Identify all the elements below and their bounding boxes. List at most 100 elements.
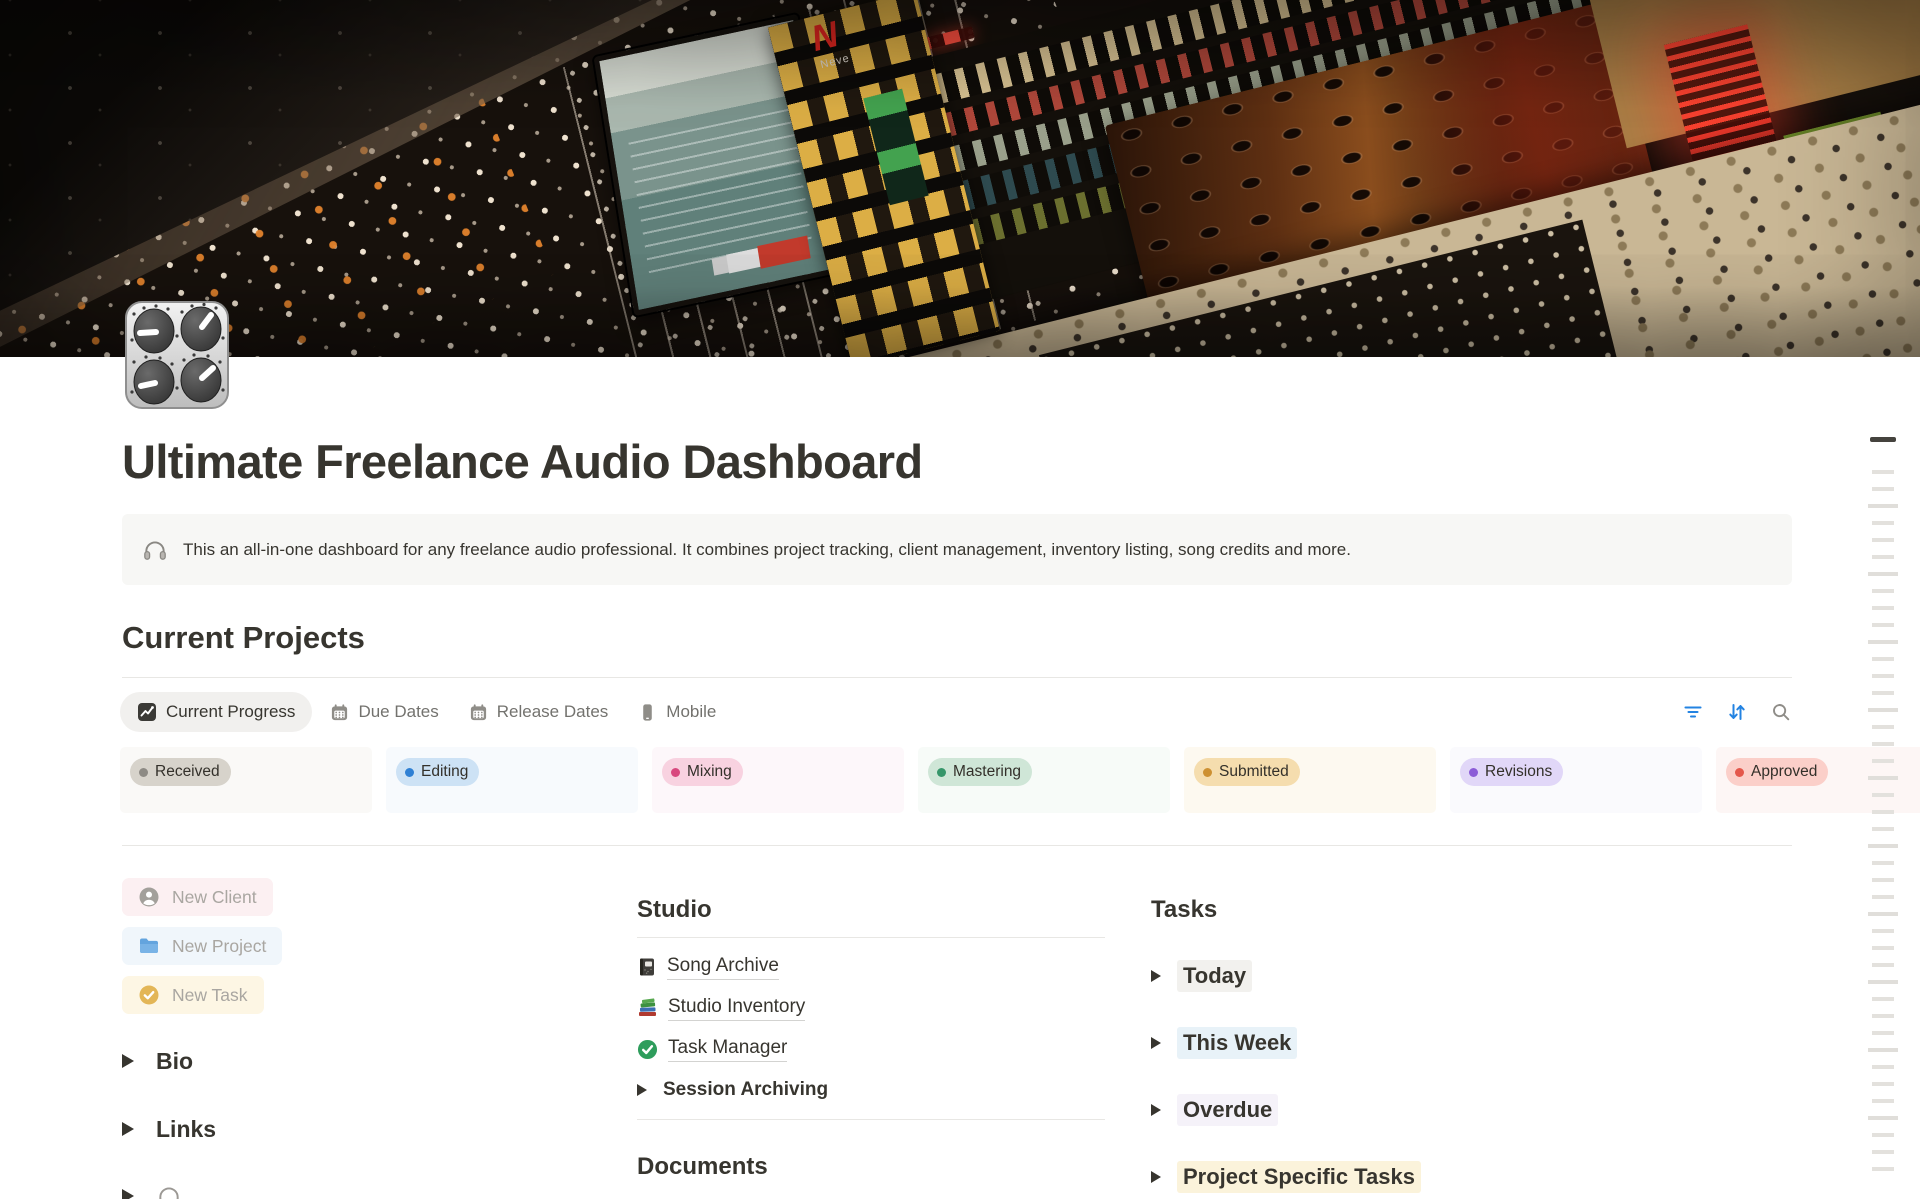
button-label: New Client: [172, 887, 257, 908]
toggle-triangle-icon[interactable]: [1151, 1104, 1161, 1116]
divider: [637, 1119, 1105, 1120]
tab-due-dates[interactable]: Due Dates: [330, 702, 438, 722]
toggle-overdue[interactable]: Overdue: [1151, 1095, 1619, 1125]
toggle-triangle-icon[interactable]: [1151, 1037, 1161, 1049]
person-icon: [138, 886, 160, 908]
folder-icon: [138, 935, 160, 957]
tab-label: Due Dates: [358, 702, 438, 722]
check-circle-icon: [138, 984, 160, 1006]
notion-page: NNeve: [0, 0, 1920, 1199]
divider: [122, 677, 1792, 678]
outline-current-mark[interactable]: [1870, 437, 1896, 442]
notebook-icon: [637, 957, 657, 977]
board-column-mastering[interactable]: Mastering: [918, 747, 1170, 813]
toggle-label: Session Archiving: [663, 1079, 828, 1101]
button-label: New Project: [172, 936, 266, 957]
new-client-button[interactable]: New Client: [122, 878, 273, 916]
toggle-this-week[interactable]: This Week: [1151, 1028, 1619, 1058]
status-label: Revisions: [1485, 763, 1552, 781]
phone-icon: [638, 703, 657, 722]
page-link-song-archive[interactable]: Song Archive: [637, 952, 1105, 982]
divider: [637, 937, 1105, 938]
toggle-triangle-icon[interactable]: [1151, 1171, 1161, 1183]
status-dot: [1735, 768, 1744, 777]
status-label: Editing: [421, 763, 468, 781]
new-task-button[interactable]: New Task: [122, 976, 264, 1014]
toggle-label: Bio: [156, 1048, 193, 1075]
tab-label: Current Progress: [166, 702, 295, 722]
board-view: Received Editing Mixing Mastering Submit…: [120, 747, 1920, 813]
books-icon: [637, 998, 658, 1019]
left-column: New Client New Project New Task Bio Link…: [122, 874, 591, 1199]
headphones-emoji-icon: [156, 1183, 182, 1199]
toggle-label: Project Specific Tasks: [1177, 1161, 1421, 1193]
search-icon[interactable]: [1770, 701, 1792, 723]
link-label: Song Archive: [667, 955, 779, 980]
status-label: Submitted: [1219, 763, 1289, 781]
button-label: New Task: [172, 985, 248, 1006]
outline-marks-wide[interactable]: [1868, 504, 1898, 1184]
page-link-studio-inventory[interactable]: Studio Inventory: [637, 993, 1105, 1023]
filter-icon[interactable]: [1682, 701, 1704, 723]
callout: This an all-in-one dashboard for any fre…: [122, 514, 1792, 585]
status-label: Received: [155, 763, 220, 781]
new-project-button[interactable]: New Project: [122, 927, 282, 965]
middle-column: Studio Song Archive Studio In: [637, 874, 1105, 1181]
outline-scroll-strip[interactable]: [1866, 0, 1900, 1199]
status-label: Approved: [1751, 763, 1817, 781]
tab-label: Mobile: [666, 702, 716, 722]
page-icon-control-knobs[interactable]: [122, 300, 232, 410]
status-dot: [1203, 768, 1212, 777]
divider: [122, 845, 1792, 846]
right-column: Tasks Today This Week Overdue Project Sp…: [1151, 874, 1619, 1192]
status-dot: [671, 768, 680, 777]
control-knobs-icon: [122, 300, 232, 410]
cover-image[interactable]: NNeve: [0, 0, 1920, 357]
section-heading-studio: Studio: [637, 896, 1105, 924]
toggle-links[interactable]: Links: [122, 1111, 591, 1147]
link-label: Studio Inventory: [668, 996, 805, 1021]
board-column-revisions[interactable]: Revisions: [1450, 747, 1702, 813]
toggle-session-archiving[interactable]: Session Archiving: [637, 1075, 1105, 1105]
toggle-today[interactable]: Today: [1151, 961, 1619, 991]
page-link-task-manager[interactable]: Task Manager: [637, 1034, 1105, 1064]
toggle-label: Overdue: [1177, 1094, 1278, 1126]
status-dot: [937, 768, 946, 777]
toggle-partial[interactable]: [122, 1178, 591, 1199]
board-column-mixing[interactable]: Mixing: [652, 747, 904, 813]
calendar-icon: [330, 703, 349, 722]
section-heading-tasks: Tasks: [1151, 896, 1619, 924]
view-tabs: Current Progress Due Dates: [122, 692, 1792, 732]
tab-label: Release Dates: [497, 702, 609, 722]
status-dot: [405, 768, 414, 777]
status-label: Mixing: [687, 763, 732, 781]
toggle-triangle-icon[interactable]: [122, 1122, 134, 1136]
tab-release-dates[interactable]: Release Dates: [469, 702, 609, 722]
toggle-triangle-icon[interactable]: [122, 1189, 134, 1199]
board-column-received[interactable]: Received: [120, 747, 372, 813]
toggle-bio[interactable]: Bio: [122, 1043, 591, 1079]
tab-mobile[interactable]: Mobile: [638, 702, 716, 722]
tab-current-progress[interactable]: Current Progress: [120, 692, 312, 732]
toggle-triangle-icon[interactable]: [122, 1054, 134, 1068]
chart-view-icon: [137, 702, 157, 722]
page-title: Ultimate Freelance Audio Dashboard: [122, 434, 923, 489]
toggle-label: Links: [156, 1116, 216, 1143]
toggle-triangle-icon[interactable]: [637, 1084, 647, 1096]
headphones-icon: [142, 537, 168, 563]
link-label: Task Manager: [668, 1037, 787, 1062]
toggle-label: This Week: [1177, 1027, 1297, 1059]
toggle-triangle-icon[interactable]: [1151, 970, 1161, 982]
sort-icon[interactable]: [1726, 701, 1748, 723]
toggle-project-specific-tasks[interactable]: Project Specific Tasks: [1151, 1162, 1619, 1192]
status-dot: [1469, 768, 1478, 777]
studio-links: Song Archive Studio Inventory Task Manag…: [637, 952, 1105, 1105]
status-dot: [139, 768, 148, 777]
view-toolbar: [1682, 701, 1792, 723]
board-column-editing[interactable]: Editing: [386, 747, 638, 813]
board-column-submitted[interactable]: Submitted: [1184, 747, 1436, 813]
calendar-icon: [469, 703, 488, 722]
check-mark-green-icon: [637, 1039, 658, 1060]
section-heading-current-projects: Current Projects: [122, 620, 365, 656]
callout-text: This an all-in-one dashboard for any fre…: [183, 540, 1351, 560]
